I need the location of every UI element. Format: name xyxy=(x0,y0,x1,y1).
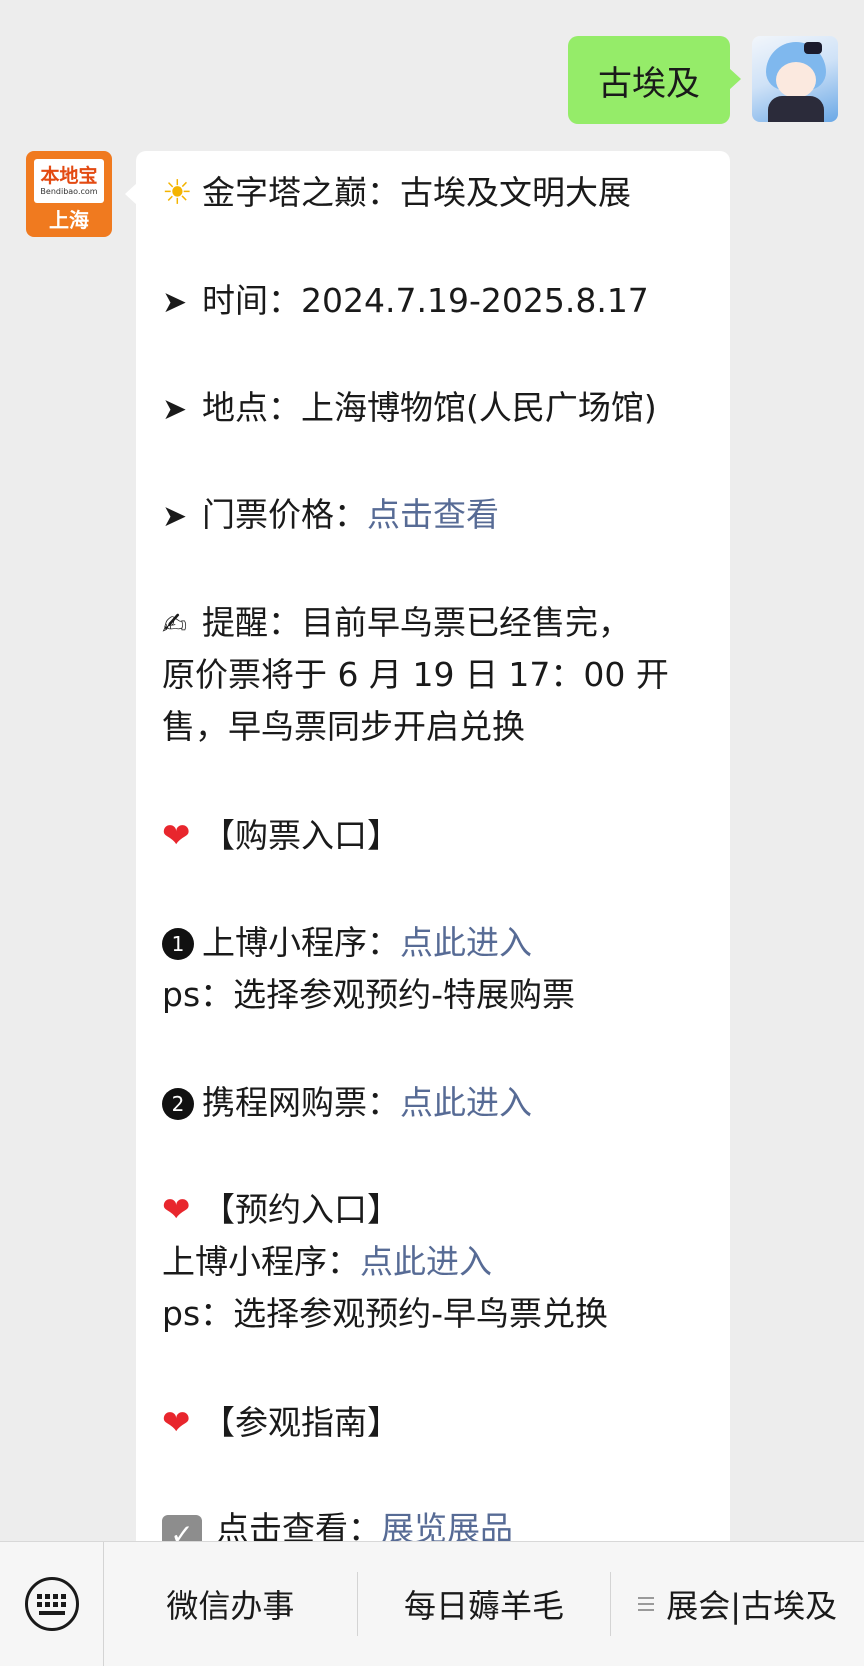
place-value: 上海博物馆(人民广场馆) xyxy=(301,388,657,427)
menu-item-label: 展会|古埃及 xyxy=(666,1587,838,1625)
user-avatar[interactable] xyxy=(752,36,838,122)
avatar-face xyxy=(776,62,816,98)
heart-icon: ❤ xyxy=(162,816,191,856)
buy-entry-2: 2 携程网购票：点此进入 xyxy=(162,1083,532,1123)
buy1-label: 上博小程序： xyxy=(202,923,400,962)
reserve-link[interactable]: 点此进入 xyxy=(360,1242,492,1281)
bottom-menu-bar: 微信办事 每日薅羊毛 展会|古埃及 xyxy=(0,1541,864,1666)
reserve-entry: 上博小程序：点此进入 xyxy=(162,1242,492,1282)
sent-message-text: 古埃及 xyxy=(598,63,700,104)
keyboard-icon xyxy=(24,1577,79,1631)
price-label: 门票价格： xyxy=(202,495,367,534)
menu-item-label: 每日薅羊毛 xyxy=(404,1587,565,1625)
exhibition-title: 金字塔之巅：古埃及文明大展 xyxy=(202,173,631,212)
account-city: 上海 xyxy=(49,208,89,232)
number-2-icon: 2 xyxy=(162,1088,194,1120)
buy-heading: 【购票入口】 xyxy=(202,816,400,855)
menu-item-daily-deals[interactable]: 每日薅羊毛 xyxy=(358,1572,612,1636)
time-label: 时间： xyxy=(202,281,301,320)
reminder-line-1: ✍ 提醒：目前早鸟票已经售完， xyxy=(162,603,631,645)
menu-item-wechat-services[interactable]: 微信办事 xyxy=(104,1572,358,1636)
buy-entry-1: 1 上博小程序：点此进入 xyxy=(162,923,532,963)
arrow-right-icon: ➤ xyxy=(162,499,188,534)
buy-heading-line: ❤ 【购票入口】 xyxy=(162,816,400,856)
number-1-icon: 1 xyxy=(162,928,194,960)
heart-icon: ❤ xyxy=(162,1403,191,1443)
sun-icon: ☀ xyxy=(162,173,193,213)
reminder-line-3: 售，早鸟票同步开启兑换 xyxy=(162,707,525,746)
reply-message-bubble: ☀ 金字塔之巅：古埃及文明大展 ➤ 时间：2024.7.19-2025.8.17 ➤… xyxy=(125,151,730,1611)
account-logo-text: 本地宝 xyxy=(40,165,98,187)
reserve-label: 上博小程序： xyxy=(162,1242,360,1281)
arrow-right-icon: ➤ xyxy=(162,285,188,320)
sent-message-row: 古埃及 xyxy=(568,36,838,124)
buy1-note: ps：选择参观预约-特展购票 xyxy=(162,975,576,1014)
price-line: ➤ 门票价格：点击查看 xyxy=(162,495,499,537)
buy1-link[interactable]: 点此进入 xyxy=(400,923,532,962)
reminder-text-1: 提醒：目前早鸟票已经售完， xyxy=(202,603,631,642)
avatar-bow xyxy=(804,42,822,54)
reminder-line-2: 原价票将于 6 月 19 日 17：00 开 xyxy=(162,655,669,694)
time-line: ➤ 时间：2024.7.19-2025.8.17 xyxy=(162,281,649,323)
reserve-note: ps：选择参观预约-早鸟票兑换 xyxy=(162,1294,609,1333)
menu-item-label: 微信办事 xyxy=(166,1587,295,1625)
sent-message-bubble[interactable]: 古埃及 xyxy=(568,36,741,124)
place-label: 地点： xyxy=(202,388,301,427)
account-logo: 本地宝 Bendibao.com xyxy=(34,159,104,203)
buy2-label: 携程网购票： xyxy=(202,1083,400,1122)
buy2-link[interactable]: 点此进入 xyxy=(400,1083,532,1122)
account-logo-domain: Bendibao.com xyxy=(40,187,98,196)
place-line: ➤ 地点：上海博物馆(人民广场馆) xyxy=(162,388,657,430)
menu-item-exhibition[interactable]: 展会|古埃及 xyxy=(611,1572,864,1636)
heart-icon: ❤ xyxy=(162,1190,191,1230)
price-link[interactable]: 点击查看 xyxy=(367,495,499,534)
reserve-heading-line: ❤ 【预约入口】 xyxy=(162,1190,400,1230)
keyboard-toggle-button[interactable] xyxy=(0,1542,104,1666)
account-avatar[interactable]: 本地宝 Bendibao.com 上海 xyxy=(26,151,112,237)
avatar-dress xyxy=(768,96,824,122)
time-value: 2024.7.19-2025.8.17 xyxy=(301,281,649,320)
guide-heading-line: ❤ 【参观指南】 xyxy=(162,1403,400,1443)
reserve-heading: 【预约入口】 xyxy=(202,1190,400,1229)
submenu-icon xyxy=(638,1593,655,1615)
writing-hand-icon: ✍ xyxy=(162,607,188,642)
guide-heading: 【参观指南】 xyxy=(202,1403,400,1442)
arrow-right-icon: ➤ xyxy=(162,392,188,427)
exhibition-title-line: ☀ 金字塔之巅：古埃及文明大展 xyxy=(162,173,631,213)
